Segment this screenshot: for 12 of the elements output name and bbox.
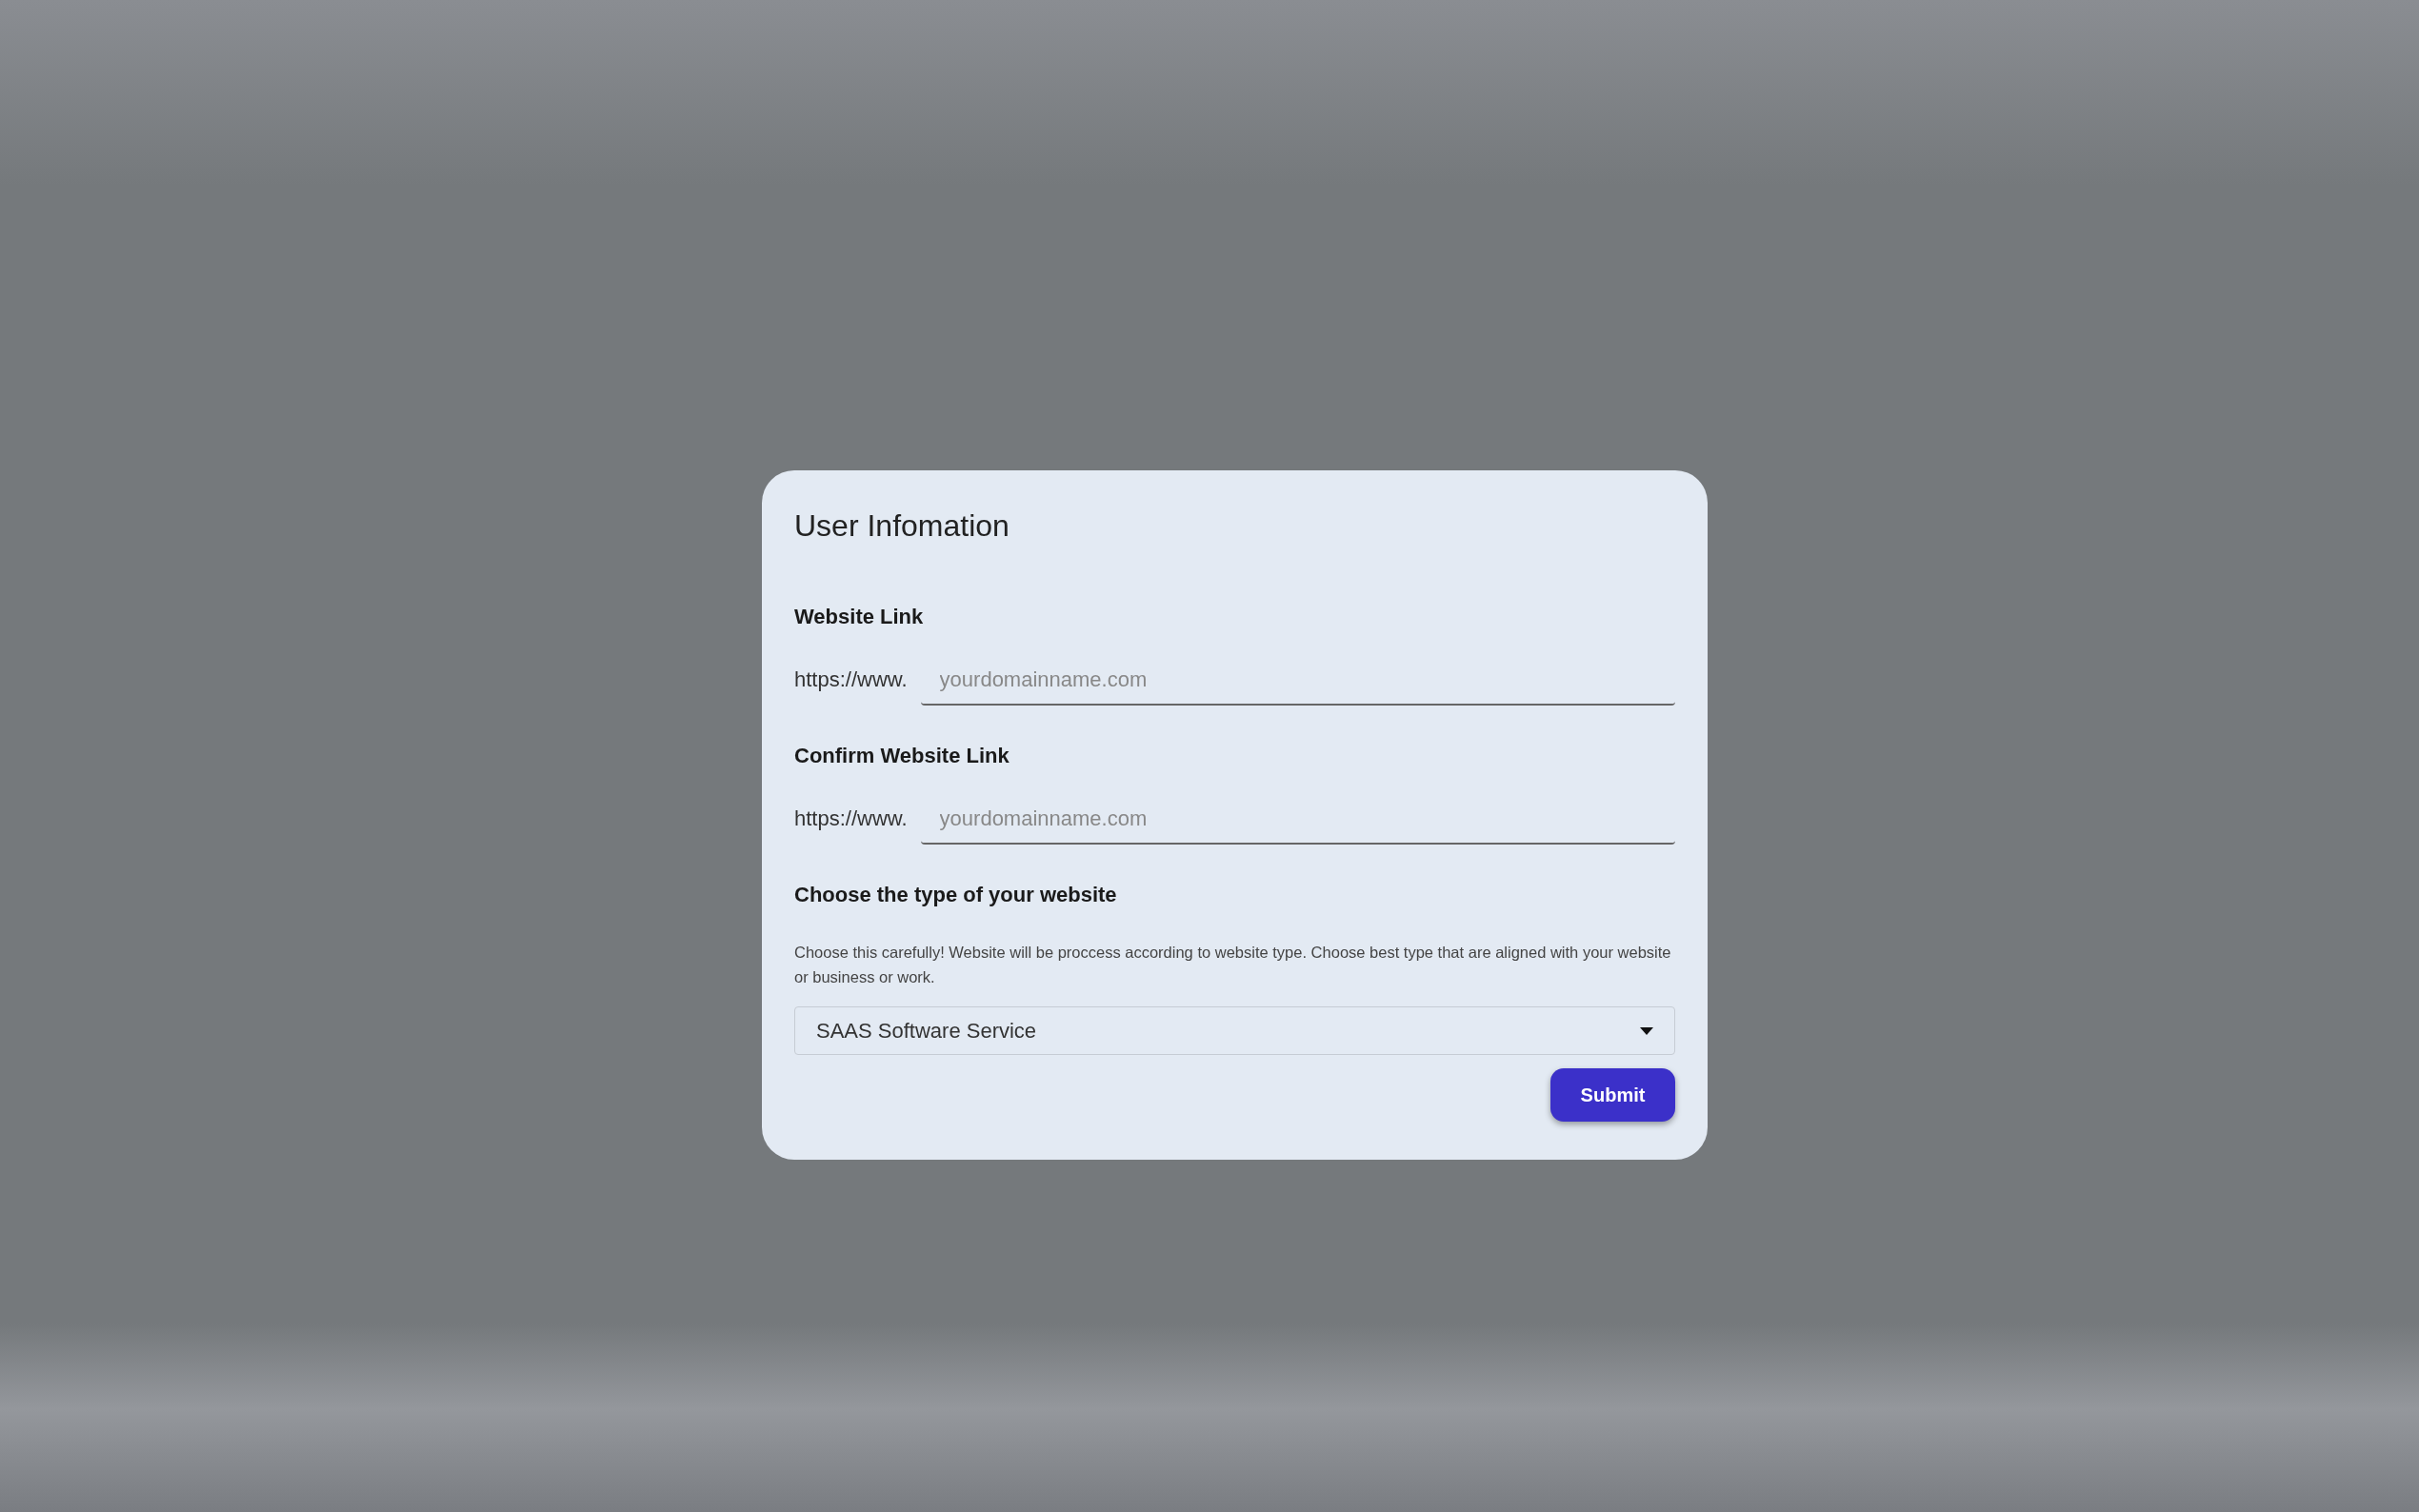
caret-icon <box>1640 1026 1653 1035</box>
input-field[interactable]: yourdomainname.com <box>920 797 1675 845</box>
field-label: Confirm Website Link <box>794 744 1010 768</box>
input-field[interactable]: yourdomainname.com <box>920 658 1675 706</box>
field-label: Choose the type of your website <box>794 883 1118 907</box>
help-text: Choose this carefully! Website will be proccess according to website type. Choose best type that are aligned with your website or business or work. <box>794 943 1672 987</box>
url-prefix: https://www. <box>794 667 908 693</box>
type-dropdown[interactable]: SAAS Software Service <box>794 1006 1675 1055</box>
dialog-title: User Infomation <box>794 508 1010 544</box>
submit-button[interactable]: Submit <box>1550 1068 1675 1122</box>
url-prefix: https://www. <box>794 806 908 832</box>
field-label: Website Link <box>794 605 925 629</box>
